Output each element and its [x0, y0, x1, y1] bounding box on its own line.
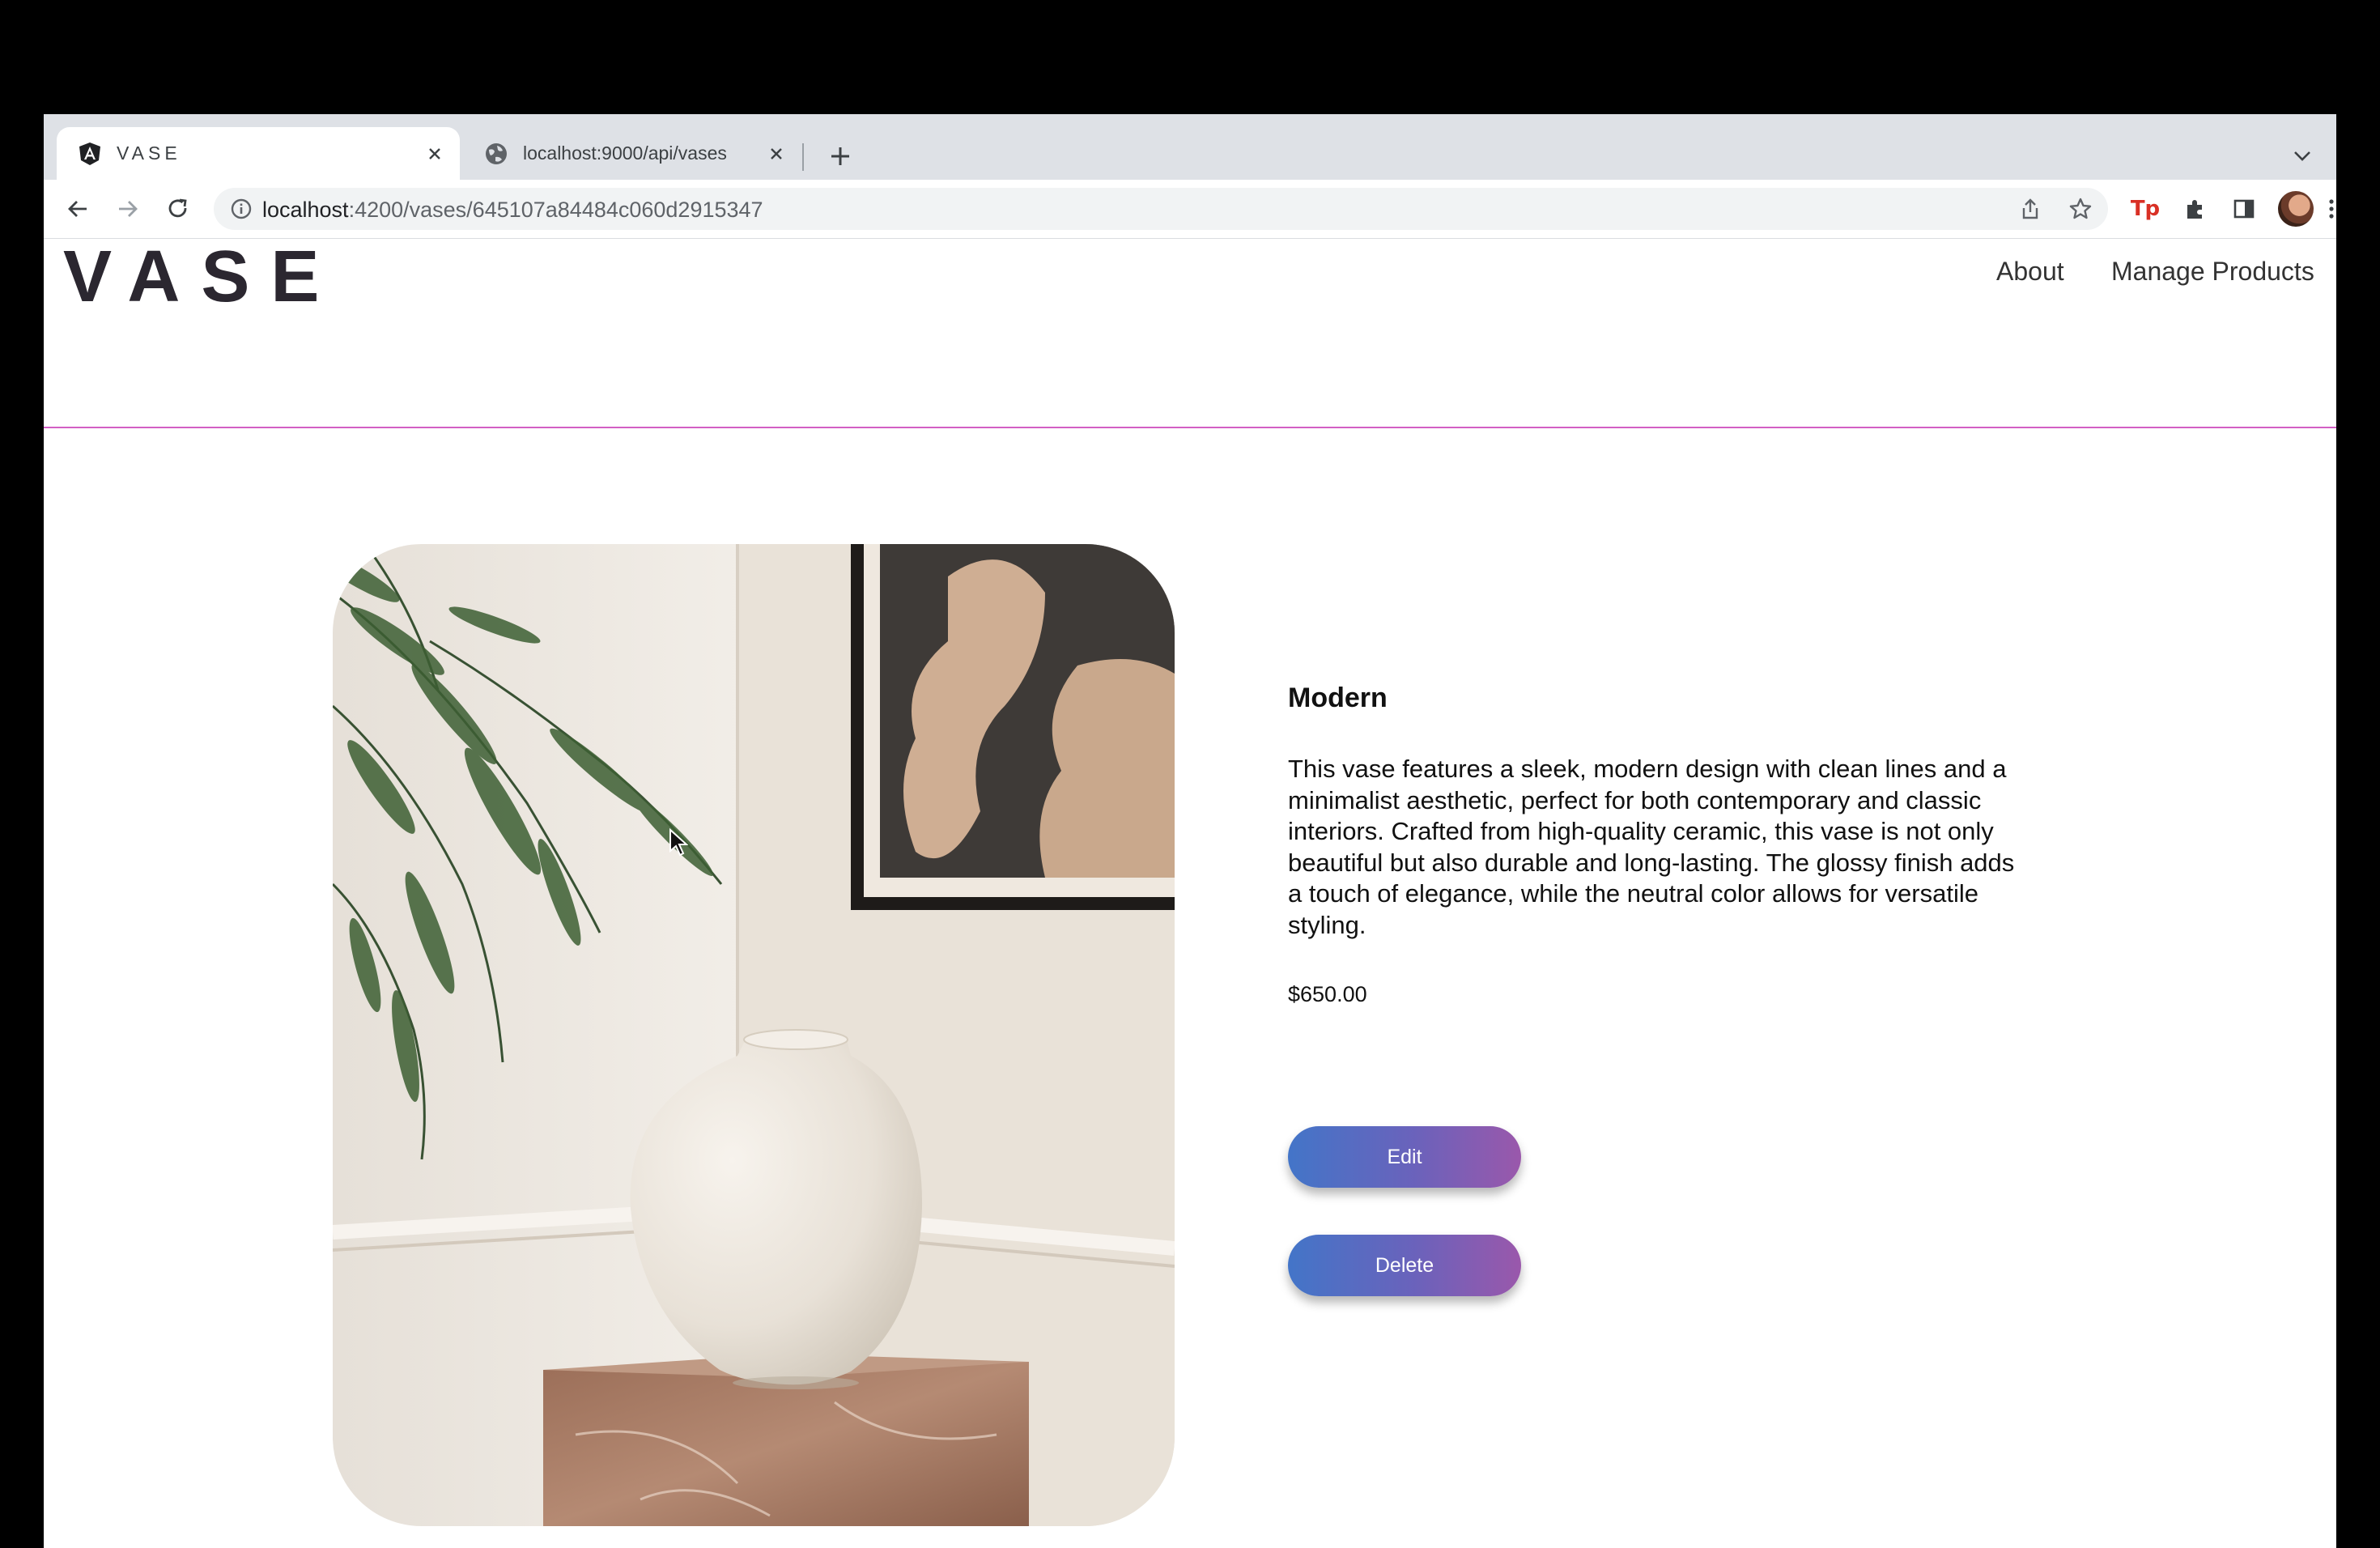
browser-window: VASE localhost:9000/api/vases localhost:…: [44, 114, 2336, 1548]
back-icon[interactable]: [58, 189, 97, 228]
tp-extension-icon[interactable]: Tp: [2127, 191, 2163, 227]
edit-button[interactable]: Edit: [1288, 1126, 1521, 1188]
puzzle-extensions-icon[interactable]: [2178, 191, 2213, 227]
more-menu-icon[interactable]: [2328, 191, 2335, 227]
chevron-down-icon[interactable]: [2283, 137, 2322, 176]
tab-strip: VASE localhost:9000/api/vases: [44, 114, 2336, 180]
site-header: [44, 239, 2336, 429]
info-icon[interactable]: [230, 198, 253, 220]
nav-about[interactable]: About: [1996, 257, 2064, 287]
product-name: Modern: [1288, 683, 1388, 713]
globe-icon: [486, 142, 507, 164]
header-divider: [44, 427, 2336, 428]
tab-divider: [802, 143, 804, 171]
product-price: $650.00: [1288, 982, 1367, 1006]
close-tab-icon[interactable]: [763, 140, 790, 168]
address-bar[interactable]: localhost:4200/vases/645107a84484c060d29…: [214, 188, 2108, 230]
browser-toolbar: localhost:4200/vases/645107a84484c060d29…: [44, 180, 2336, 239]
tab-vase[interactable]: VASE: [57, 127, 460, 180]
product-image: [333, 544, 1175, 1526]
angular-icon: [79, 142, 100, 165]
side-panel-icon[interactable]: [2226, 191, 2262, 227]
tab-title: localhost:9000/api/vases: [523, 142, 727, 164]
mouse-cursor-icon: [669, 828, 688, 857]
reload-icon[interactable]: [159, 189, 198, 228]
close-tab-icon[interactable]: [421, 140, 448, 168]
nav-manage-products[interactable]: Manage Products: [2111, 257, 2314, 287]
tab-api-vases[interactable]: localhost:9000/api/vases: [463, 127, 801, 180]
page-content: VASE About Manage Products Modern This v…: [44, 236, 2336, 1548]
url-text[interactable]: localhost:4200/vases/645107a84484c060d29…: [262, 198, 763, 223]
product-description: This vase features a sleek, modern desig…: [1288, 755, 2015, 939]
star-icon[interactable]: [2064, 193, 2097, 225]
tab-title: VASE: [117, 142, 181, 164]
new-tab-icon[interactable]: [821, 137, 860, 176]
share-icon[interactable]: [2014, 193, 2046, 225]
site-logo[interactable]: VASE: [63, 236, 340, 319]
delete-button[interactable]: Delete: [1288, 1235, 1521, 1296]
forward-icon[interactable]: [108, 189, 147, 228]
profile-avatar[interactable]: [2278, 191, 2314, 227]
